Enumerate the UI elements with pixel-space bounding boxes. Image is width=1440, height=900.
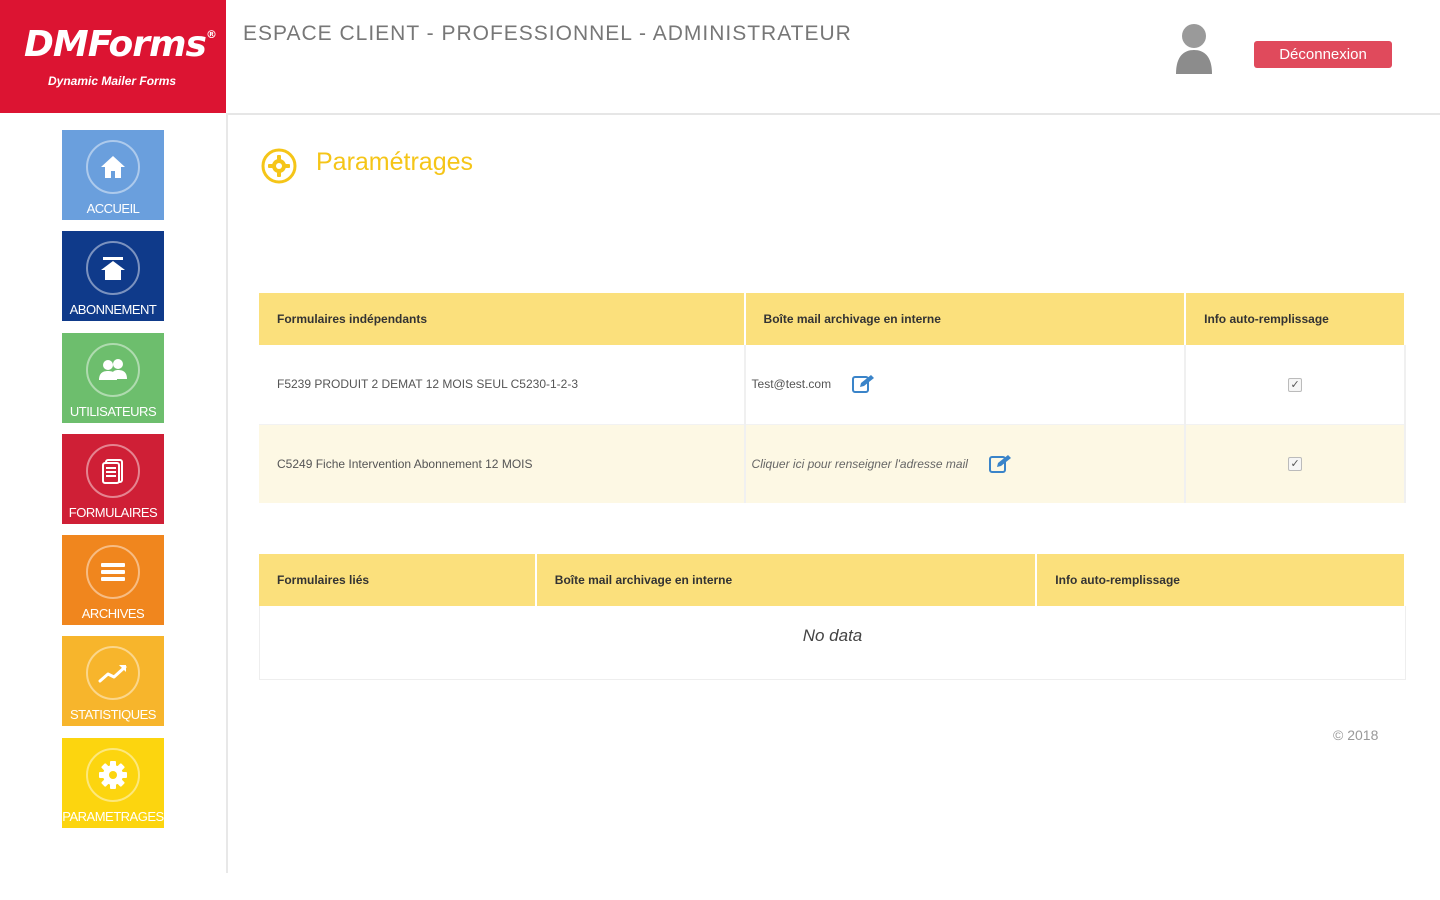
form-name-cell: F5239 PRODUIT 2 DEMAT 12 MOIS SEUL C5230… [259, 345, 746, 425]
edit-icon[interactable] [852, 374, 876, 394]
subscription-icon [86, 241, 140, 295]
sidebar-item-formulaires[interactable]: FORMULAIRES [62, 434, 164, 524]
sidebar-item-abonnement[interactable]: ABONNEMENT [62, 231, 164, 321]
sidebar-item-label: UTILISATEURS [69, 404, 157, 419]
user-avatar-icon[interactable] [1172, 20, 1216, 74]
empty-state-text: No data [259, 606, 1406, 680]
sidebar-item-label: ACCUEIL [86, 201, 140, 216]
gear-icon [86, 748, 140, 802]
mail-cell: Test@test.com [744, 345, 1187, 425]
home-icon [86, 140, 140, 194]
sidebar-item-statistiques[interactable]: STATISTIQUES [62, 636, 164, 726]
table-row: F5239 PRODUIT 2 DEMAT 12 MOIS SEUL C5230… [259, 345, 1406, 425]
sidebar-divider [226, 113, 228, 873]
table-row: C5249 Fiche Intervention Abonnement 12 M… [259, 424, 1406, 503]
column-header-autofill[interactable]: Info auto-remplissage [1036, 554, 1406, 606]
sidebar-item-accueil[interactable]: ACCUEIL [62, 130, 164, 220]
copyright: © 2018 [1333, 727, 1379, 743]
brand-name-text: DMForms [24, 24, 207, 65]
sidebar-item-utilisateurs[interactable]: UTILISATEURS [62, 333, 164, 423]
forms-icon [86, 444, 140, 498]
column-header-autofill[interactable]: Info auto-remplissage [1185, 293, 1406, 345]
header-divider [226, 113, 1440, 115]
mail-placeholder-link[interactable]: Cliquer ici pour renseigner l'adresse ma… [752, 457, 968, 471]
column-header-mail[interactable]: Boîte mail archivage en interne [535, 554, 1038, 606]
autofill-checkbox[interactable]: ✓ [1288, 377, 1303, 392]
column-header-mail[interactable]: Boîte mail archivage en interne [744, 293, 1187, 345]
autofill-cell: ✓ [1185, 345, 1406, 425]
brand-logo[interactable]: DMForms® Dynamic Mailer Forms [0, 0, 226, 113]
registered-mark: ® [205, 28, 217, 41]
statistics-icon [86, 646, 140, 700]
archives-icon [86, 545, 140, 599]
autofill-checkbox[interactable]: ✓ [1288, 457, 1303, 472]
brand-name: DMForms® [24, 24, 217, 65]
sidebar-item-label: FORMULAIRES [68, 505, 158, 520]
header-title: ESPACE CLIENT - PROFESSIONNEL - ADMINIST… [243, 22, 852, 45]
column-header-forms[interactable]: Formulaires indépendants [259, 293, 746, 345]
linked-forms-table: Formulaires liés Boîte mail archivage en… [259, 554, 1406, 606]
sidebar-item-archives[interactable]: ARCHIVES [62, 535, 164, 625]
sidebar-item-label: ARCHIVES [81, 606, 145, 621]
logout-button[interactable]: Déconnexion [1254, 41, 1392, 68]
sidebar-item-label: PARAMETRAGES [62, 809, 164, 824]
brand-tagline: Dynamic Mailer Forms [48, 74, 177, 88]
users-icon [86, 343, 140, 397]
table-header-row: Formulaires liés Boîte mail archivage en… [259, 554, 1406, 606]
column-header-forms[interactable]: Formulaires liés [259, 554, 537, 606]
sidebar-item-label: STATISTIQUES [70, 707, 156, 722]
form-name-cell: C5249 Fiche Intervention Abonnement 12 M… [259, 424, 746, 503]
mail-cell: Cliquer ici pour renseigner l'adresse ma… [744, 424, 1187, 503]
settings-icon [260, 147, 298, 185]
page-title: Paramétrages [316, 148, 474, 176]
table-header-row: Formulaires indépendants Boîte mail arch… [259, 293, 1406, 345]
sidebar-item-parametrages[interactable]: PARAMETRAGES [62, 738, 164, 828]
sidebar-item-label: ABONNEMENT [69, 302, 157, 317]
independent-forms-table: Formulaires indépendants Boîte mail arch… [259, 293, 1406, 503]
autofill-cell: ✓ [1185, 424, 1406, 503]
mail-value[interactable]: Test@test.com [752, 377, 832, 391]
edit-icon[interactable] [989, 454, 1013, 474]
